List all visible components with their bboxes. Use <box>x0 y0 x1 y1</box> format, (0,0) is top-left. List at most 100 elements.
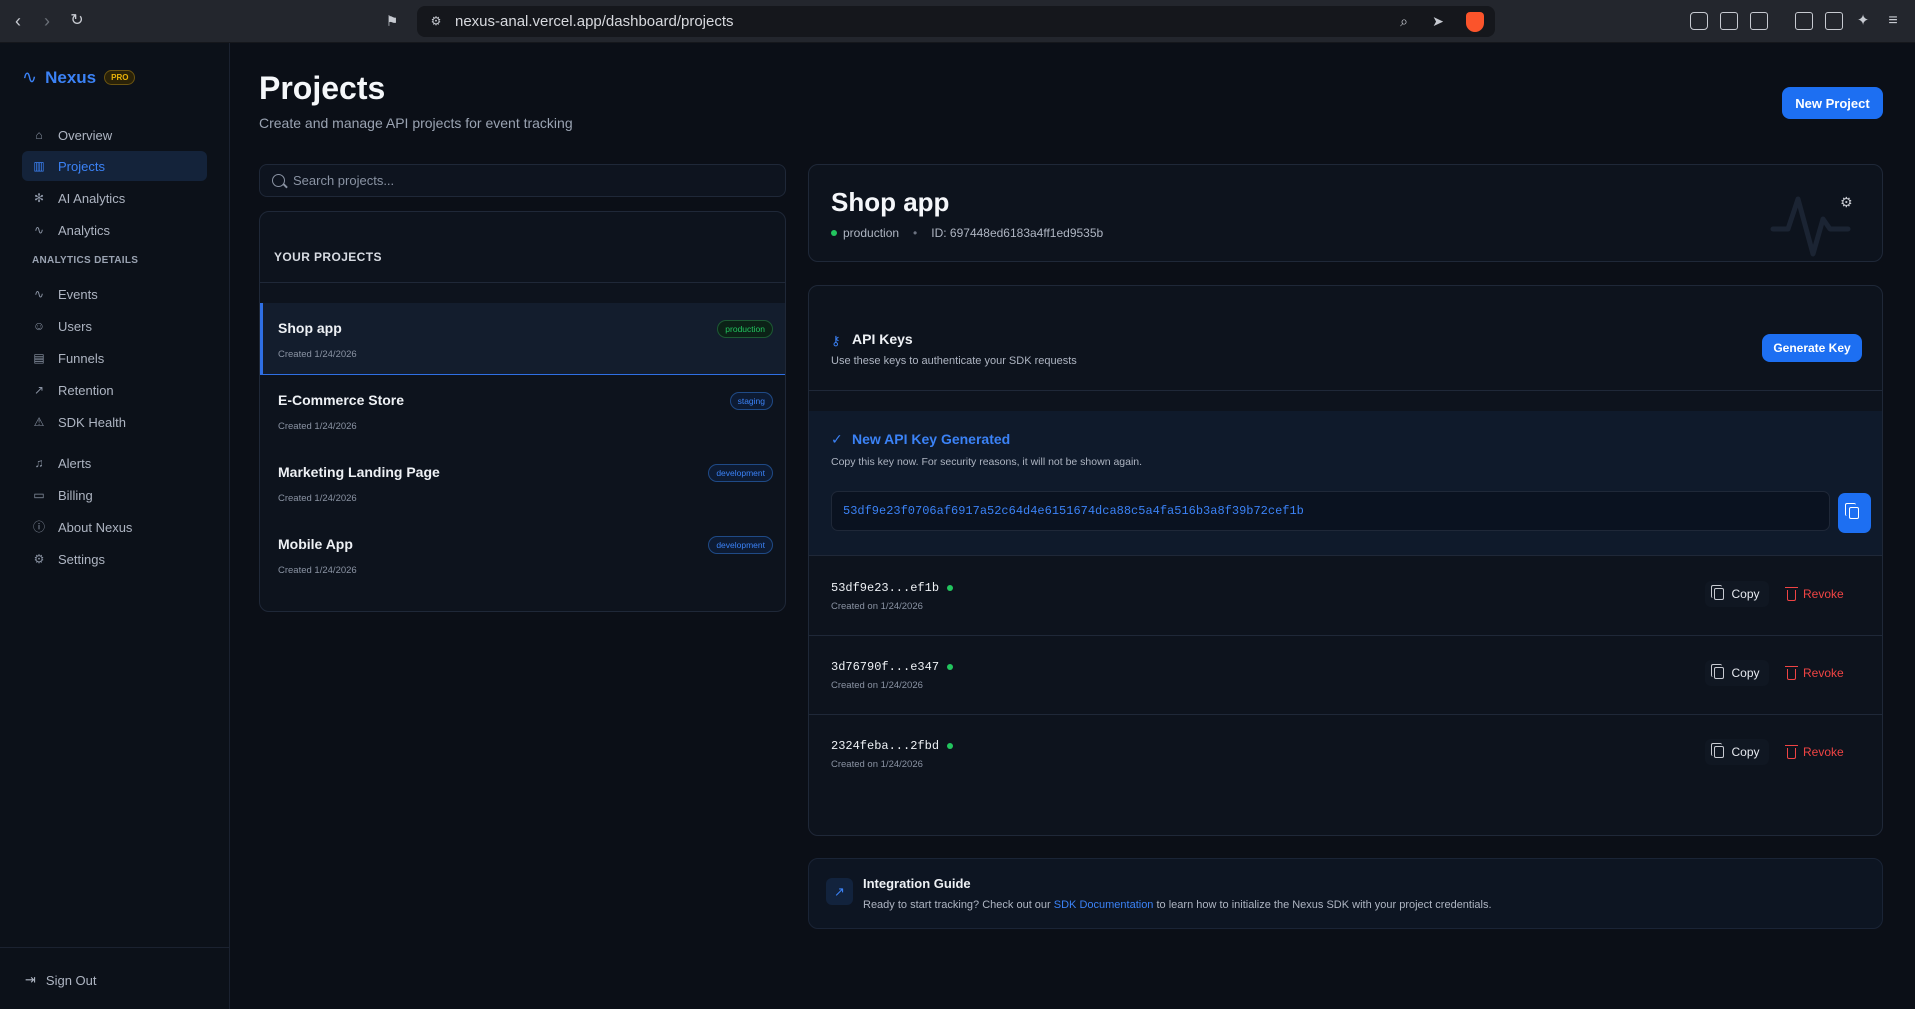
browser-toolbar: ‹ › ↻ ⚑ ⚙ nexus-anal.vercel.app/dashboar… <box>0 0 1915 43</box>
api-keys-subtitle: Use these keys to authenticate your SDK … <box>831 355 1077 367</box>
copy-key-button[interactable]: Copy <box>1705 581 1769 607</box>
sign-out-button[interactable]: ⇥ Sign Out <box>25 972 97 988</box>
sidebar-item-label: Billing <box>58 487 93 503</box>
copy-new-key-button[interactable] <box>1838 493 1871 533</box>
settings-gear-icon[interactable]: ⚙ <box>1840 195 1854 209</box>
logo[interactable]: ∿ Nexus PRO <box>22 67 136 88</box>
trend-icon: ↗ <box>33 383 45 397</box>
guide-text: Ready to start tracking? Check out our S… <box>863 899 1492 911</box>
sidebar-item-label: SDK Health <box>58 414 126 430</box>
projects-list: YOUR PROJECTS Shop app Created 1/24/2026… <box>259 211 786 612</box>
share-icon[interactable]: ➤ <box>1429 12 1447 30</box>
forward-icon[interactable]: › <box>37 11 57 31</box>
pulse-icon: ∿ <box>33 287 45 301</box>
check-icon: ✓ <box>831 431 843 447</box>
revoke-key-button[interactable]: Revoke <box>1785 581 1867 607</box>
sidebar-item-label: Funnels <box>58 350 105 366</box>
sidebar: ∿ Nexus PRO ⌂ Overview ▥ Projects ✻ AI A… <box>0 43 230 1009</box>
sidebar-item-alerts[interactable]: ♫ Alerts <box>22 448 207 478</box>
revoke-key-button[interactable]: Revoke <box>1785 739 1867 765</box>
sign-out-label: Sign Out <box>45 972 97 988</box>
active-dot <box>947 664 954 670</box>
section-label: ANALYTICS DETAILS <box>32 255 139 266</box>
project-meta: production • ID: 697448ed6183a4ff1ed9535… <box>831 226 1103 240</box>
zoom-icon[interactable]: ⌕ <box>1395 12 1413 30</box>
project-name: Shop app <box>278 320 342 336</box>
project-name: E-Commerce Store <box>278 392 405 408</box>
revoke-key-button[interactable]: Revoke <box>1785 660 1867 686</box>
project-created: Created 1/24/2026 <box>278 421 357 432</box>
guide-text-before: Ready to start tracking? Check out our <box>863 899 1054 911</box>
integration-guide: ↗ Integration Guide Ready to start track… <box>808 858 1883 929</box>
project-name: Marketing Landing Page <box>278 464 440 480</box>
api-key-row: 2324feba...2fbd Created on 1/24/2026 Cop… <box>809 715 1882 794</box>
sidebar-item-events[interactable]: ∿ Events <box>22 279 207 309</box>
env-badge: staging <box>729 392 773 410</box>
project-created: Created 1/24/2026 <box>278 493 357 504</box>
menu-icon[interactable]: ≡ <box>1883 11 1903 31</box>
sidebar-item-funnels[interactable]: ▤ Funnels <box>22 343 207 373</box>
sidebar-item-analytics[interactable]: ∿ Analytics <box>22 215 207 245</box>
sidebar-item-retention[interactable]: ↗ Retention <box>22 375 207 405</box>
address-bar[interactable]: ⚙ nexus-anal.vercel.app/dashboard/projec… <box>417 6 1495 37</box>
copy-label: Copy <box>1731 666 1760 680</box>
chart-icon: ▥ <box>33 159 45 173</box>
sidebar-item-billing[interactable]: ▭ Billing <box>22 480 207 510</box>
search-input[interactable] <box>293 165 773 196</box>
sidebar-toggle-icon[interactable] <box>1795 12 1813 30</box>
project-item[interactable]: Mobile App Created 1/24/2026 development <box>260 519 785 591</box>
logo-text: Nexus <box>45 67 97 87</box>
project-name: Mobile App <box>278 536 353 552</box>
sidebar-item-projects[interactable]: ▥ Projects <box>22 151 207 181</box>
sidebar-item-ai-analytics[interactable]: ✻ AI Analytics <box>22 183 207 213</box>
new-key-field[interactable]: 53df9e23f0706af6917a52c64d4e6151674dca88… <box>831 491 1830 531</box>
extension-icon[interactable] <box>1690 12 1708 30</box>
sidebar-item-users[interactable]: ☺ Users <box>22 311 207 341</box>
info-icon: ⓘ <box>32 520 45 534</box>
site-info-icon[interactable]: ⚙ <box>427 12 445 30</box>
key-masked-text: 2324feba...2fbd <box>831 739 940 753</box>
copy-icon <box>1711 743 1725 758</box>
url-text[interactable]: nexus-anal.vercel.app/dashboard/projects <box>455 13 734 30</box>
sidebar-item-overview[interactable]: ⌂ Overview <box>22 120 207 150</box>
sdk-docs-link[interactable]: SDK Documentation <box>1054 899 1154 911</box>
sidebar-item-label: Overview <box>58 127 113 143</box>
project-item[interactable]: Shop app Created 1/24/2026 production <box>260 303 785 375</box>
api-keys-title: API Keys <box>852 331 913 347</box>
project-item[interactable]: E-Commerce Store Created 1/24/2026 stagi… <box>260 375 785 447</box>
copy-key-button[interactable]: Copy <box>1705 660 1769 686</box>
sidebar-item-label: Alerts <box>58 455 92 471</box>
card-icon: ▭ <box>33 488 45 502</box>
puzzle-icon[interactable] <box>1720 12 1738 30</box>
guide-title: Integration Guide <box>863 876 971 891</box>
reload-icon[interactable]: ↻ <box>67 11 87 31</box>
back-icon[interactable]: ‹ <box>8 11 28 31</box>
sidebar-item-about[interactable]: ⓘ About Nexus <box>22 512 207 542</box>
new-key-value[interactable]: 53df9e23f0706af6917a52c64d4e6151674dca88… <box>843 504 1304 518</box>
sidebar-item-label: Retention <box>58 382 114 398</box>
sidebar-item-label: AI Analytics <box>58 190 126 206</box>
sidebar-item-sdk-health[interactable]: ⚠ SDK Health <box>22 407 207 437</box>
pulse-icon: ∿ <box>33 223 45 237</box>
search-box <box>259 164 786 197</box>
generate-key-button[interactable]: Generate Key <box>1762 334 1862 362</box>
new-project-button[interactable]: New Project <box>1782 87 1883 119</box>
copy-label: Copy <box>1731 587 1760 601</box>
key-masked: 2324feba...2fbd <box>831 739 954 753</box>
status-dot <box>831 230 837 236</box>
leo-ai-icon[interactable]: ✦ <box>1853 11 1873 31</box>
project-item[interactable]: Marketing Landing Page Created 1/24/2026… <box>260 447 785 519</box>
key-created: Created on 1/24/2026 <box>831 680 923 691</box>
project-title: Shop app <box>831 187 950 217</box>
bell-icon: ♫ <box>34 456 44 470</box>
brave-shield-icon[interactable] <box>1466 12 1484 32</box>
wallet-icon[interactable] <box>1825 12 1843 30</box>
guide-text-after: to learn how to initialize the Nexus SDK… <box>1153 899 1492 911</box>
env-badge: development <box>708 536 773 554</box>
sidebar-item-settings[interactable]: ⚙ Settings <box>22 544 207 574</box>
copy-key-button[interactable]: Copy <box>1705 739 1769 765</box>
screenshot-icon[interactable] <box>1750 12 1768 30</box>
copy-icon <box>1711 585 1725 600</box>
project-created: Created 1/24/2026 <box>278 565 357 576</box>
bookmark-icon[interactable]: ⚑ <box>382 11 402 31</box>
